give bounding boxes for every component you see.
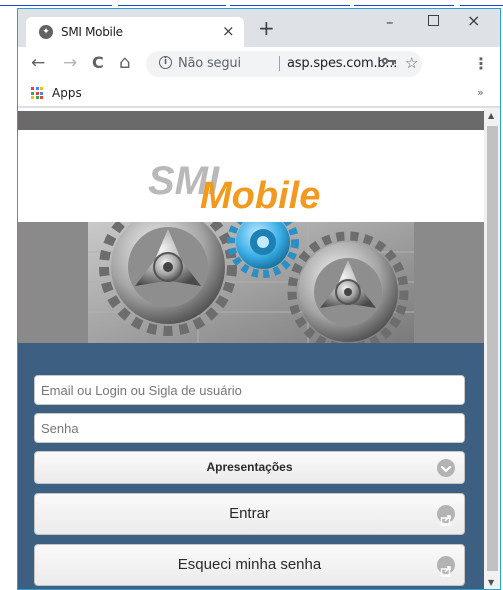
- chevron-down-icon: [437, 459, 455, 477]
- tab-smi-mobile[interactable]: ✦ SMI Mobile ×: [26, 17, 244, 47]
- forgot-password-button[interactable]: Esqueci minha senha: [34, 544, 465, 586]
- login-input[interactable]: [35, 376, 464, 404]
- enter-button[interactable]: Entrar: [34, 493, 465, 535]
- tab-title: SMI Mobile: [61, 25, 123, 39]
- security-status-text: Não segui: [178, 56, 241, 71]
- tab-close-button[interactable]: ×: [222, 22, 235, 40]
- new-tab-button[interactable]: +: [258, 18, 275, 38]
- login-field[interactable]: [34, 375, 465, 405]
- presentations-button[interactable]: Apresentações: [34, 451, 465, 484]
- browser-menu-button[interactable]: ⋮: [473, 54, 489, 73]
- gears-banner-image: [18, 198, 484, 353]
- scroll-down-button[interactable]: ▼: [488, 578, 494, 587]
- address-separator: [279, 56, 280, 71]
- scroll-up-button[interactable]: ▲: [488, 111, 494, 120]
- logo-banner: SMI Mobile: [18, 130, 484, 222]
- browser-window: ✦ SMI Mobile × + – × ← → C ⌂ i Não segui…: [17, 8, 501, 590]
- gear-left-icon: [99, 198, 237, 336]
- logo-text-mobile: Mobile: [200, 175, 320, 213]
- home-button[interactable]: ⌂: [119, 54, 130, 72]
- address-bar[interactable]: i Não segui asp.spes.com.b... ☆: [146, 51, 422, 77]
- apps-bookmark-label[interactable]: Apps: [52, 86, 82, 100]
- password-input[interactable]: [35, 414, 464, 442]
- page-scrollbar[interactable]: ▲ ▼: [484, 108, 500, 589]
- bookmarks-more-button[interactable]: »: [477, 86, 484, 99]
- page-header-bar: [18, 111, 484, 130]
- screen: ✦ SMI Mobile × + – × ← → C ⌂ i Não segui…: [0, 0, 503, 590]
- back-button[interactable]: ←: [31, 54, 45, 72]
- reload-button[interactable]: C: [92, 54, 104, 72]
- share-icon: [437, 556, 455, 577]
- star-icon[interactable]: ☆: [405, 54, 418, 72]
- globe-favicon-icon: ✦: [39, 25, 53, 39]
- window-close-button[interactable]: ×: [467, 11, 480, 30]
- window-maximize-button[interactable]: [428, 15, 439, 26]
- tab-strip: ✦ SMI Mobile × + – ×: [18, 9, 500, 47]
- forward-button[interactable]: →: [63, 54, 77, 72]
- key-icon[interactable]: [381, 55, 397, 70]
- enter-label: Entrar: [229, 505, 270, 522]
- browser-toolbar: ← → C ⌂ i Não segui asp.spes.com.b... ☆ …: [18, 47, 500, 81]
- presentations-label: Apresentações: [206, 460, 293, 474]
- scrollbar-thumb[interactable]: [487, 126, 498, 571]
- window-minimize-button[interactable]: –: [386, 13, 394, 31]
- smi-mobile-logo: SMI Mobile: [148, 159, 320, 213]
- info-icon[interactable]: i: [159, 56, 172, 69]
- apps-grid-icon[interactable]: [31, 87, 43, 99]
- page-viewport: SMI Mobile Email ou Login ou Sigla de us…: [18, 108, 484, 589]
- share-icon: [437, 505, 455, 526]
- login-panel: Apresentações Entrar Esqueci minha senha: [18, 343, 484, 589]
- bookmarks-bar: Apps »: [18, 81, 500, 107]
- forgot-password-label: Esqueci minha senha: [177, 556, 322, 573]
- password-field[interactable]: [34, 413, 465, 443]
